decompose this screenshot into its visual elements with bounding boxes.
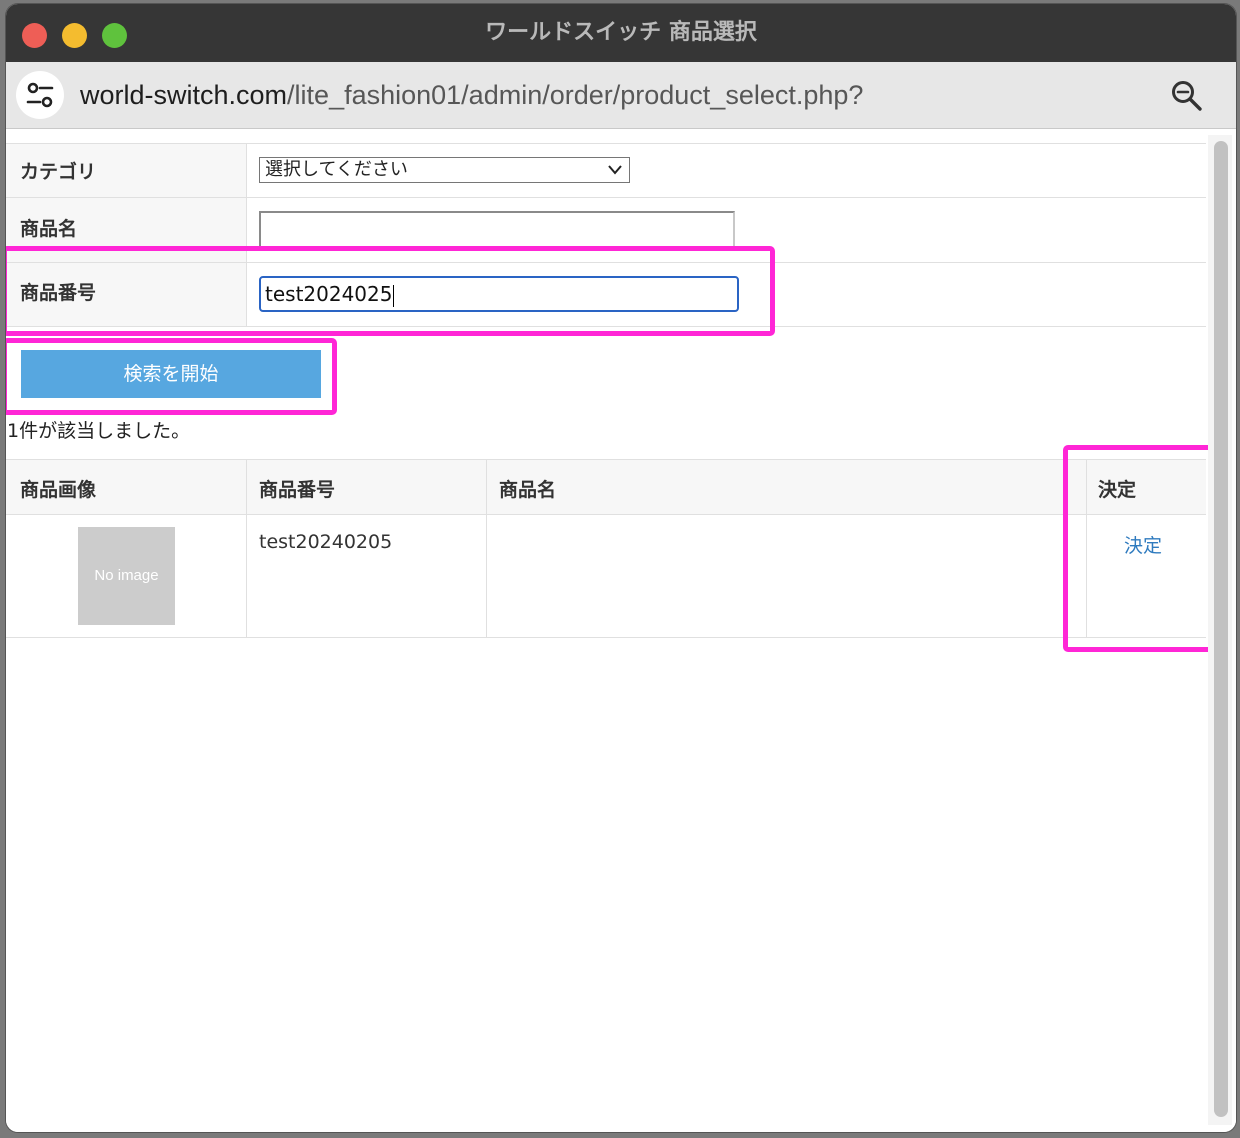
highlight-box-product-code — [6, 246, 775, 336]
product-name-label: 商品名 — [20, 218, 78, 240]
divider — [6, 514, 1206, 515]
address-bar[interactable]: world-switch.com/lite_fashion01/admin/or… — [6, 62, 1236, 129]
highlight-box-decide-column — [1063, 445, 1220, 652]
category-label: カテゴリ — [20, 161, 97, 183]
column-header-name: 商品名 — [499, 479, 557, 501]
row-product-code: test20240205 — [259, 531, 393, 553]
divider — [486, 459, 487, 637]
divider — [6, 459, 1206, 460]
results-header-row — [6, 460, 1206, 514]
category-select[interactable]: 選択してください — [259, 157, 630, 183]
scrollbar-thumb[interactable] — [1214, 141, 1228, 1117]
url-path: /lite_fashion01/admin/order/product_sele… — [287, 80, 864, 110]
highlight-box-search-button — [6, 338, 337, 415]
title-bar: ワールドスイッチ 商品選択 — [6, 4, 1236, 62]
chevron-down-icon — [608, 165, 622, 175]
column-header-image: 商品画像 — [20, 479, 97, 501]
divider — [246, 459, 247, 637]
divider — [6, 197, 1206, 198]
divider — [6, 143, 1206, 144]
result-count: 1件が該当しました。 — [7, 420, 191, 442]
product-name-input[interactable] — [259, 211, 735, 249]
url-text[interactable]: world-switch.com/lite_fashion01/admin/or… — [80, 62, 863, 128]
divider — [6, 637, 1206, 638]
product-image-placeholder: No image — [78, 527, 175, 625]
browser-window: ワールドスイッチ 商品選択 world-switch.com/lite_fash… — [6, 4, 1236, 1132]
category-select-value: 選択してください — [265, 159, 408, 180]
page-content: カテゴリ 選択してください 商品名 商品番号 test2024025 検索を開始… — [6, 129, 1236, 1132]
zoom-icon[interactable] — [1170, 79, 1204, 113]
column-header-code: 商品番号 — [259, 479, 336, 501]
site-settings-icon[interactable] — [16, 71, 64, 119]
window-title: ワールドスイッチ 商品選択 — [485, 20, 757, 45]
url-domain: world-switch.com — [80, 80, 288, 110]
